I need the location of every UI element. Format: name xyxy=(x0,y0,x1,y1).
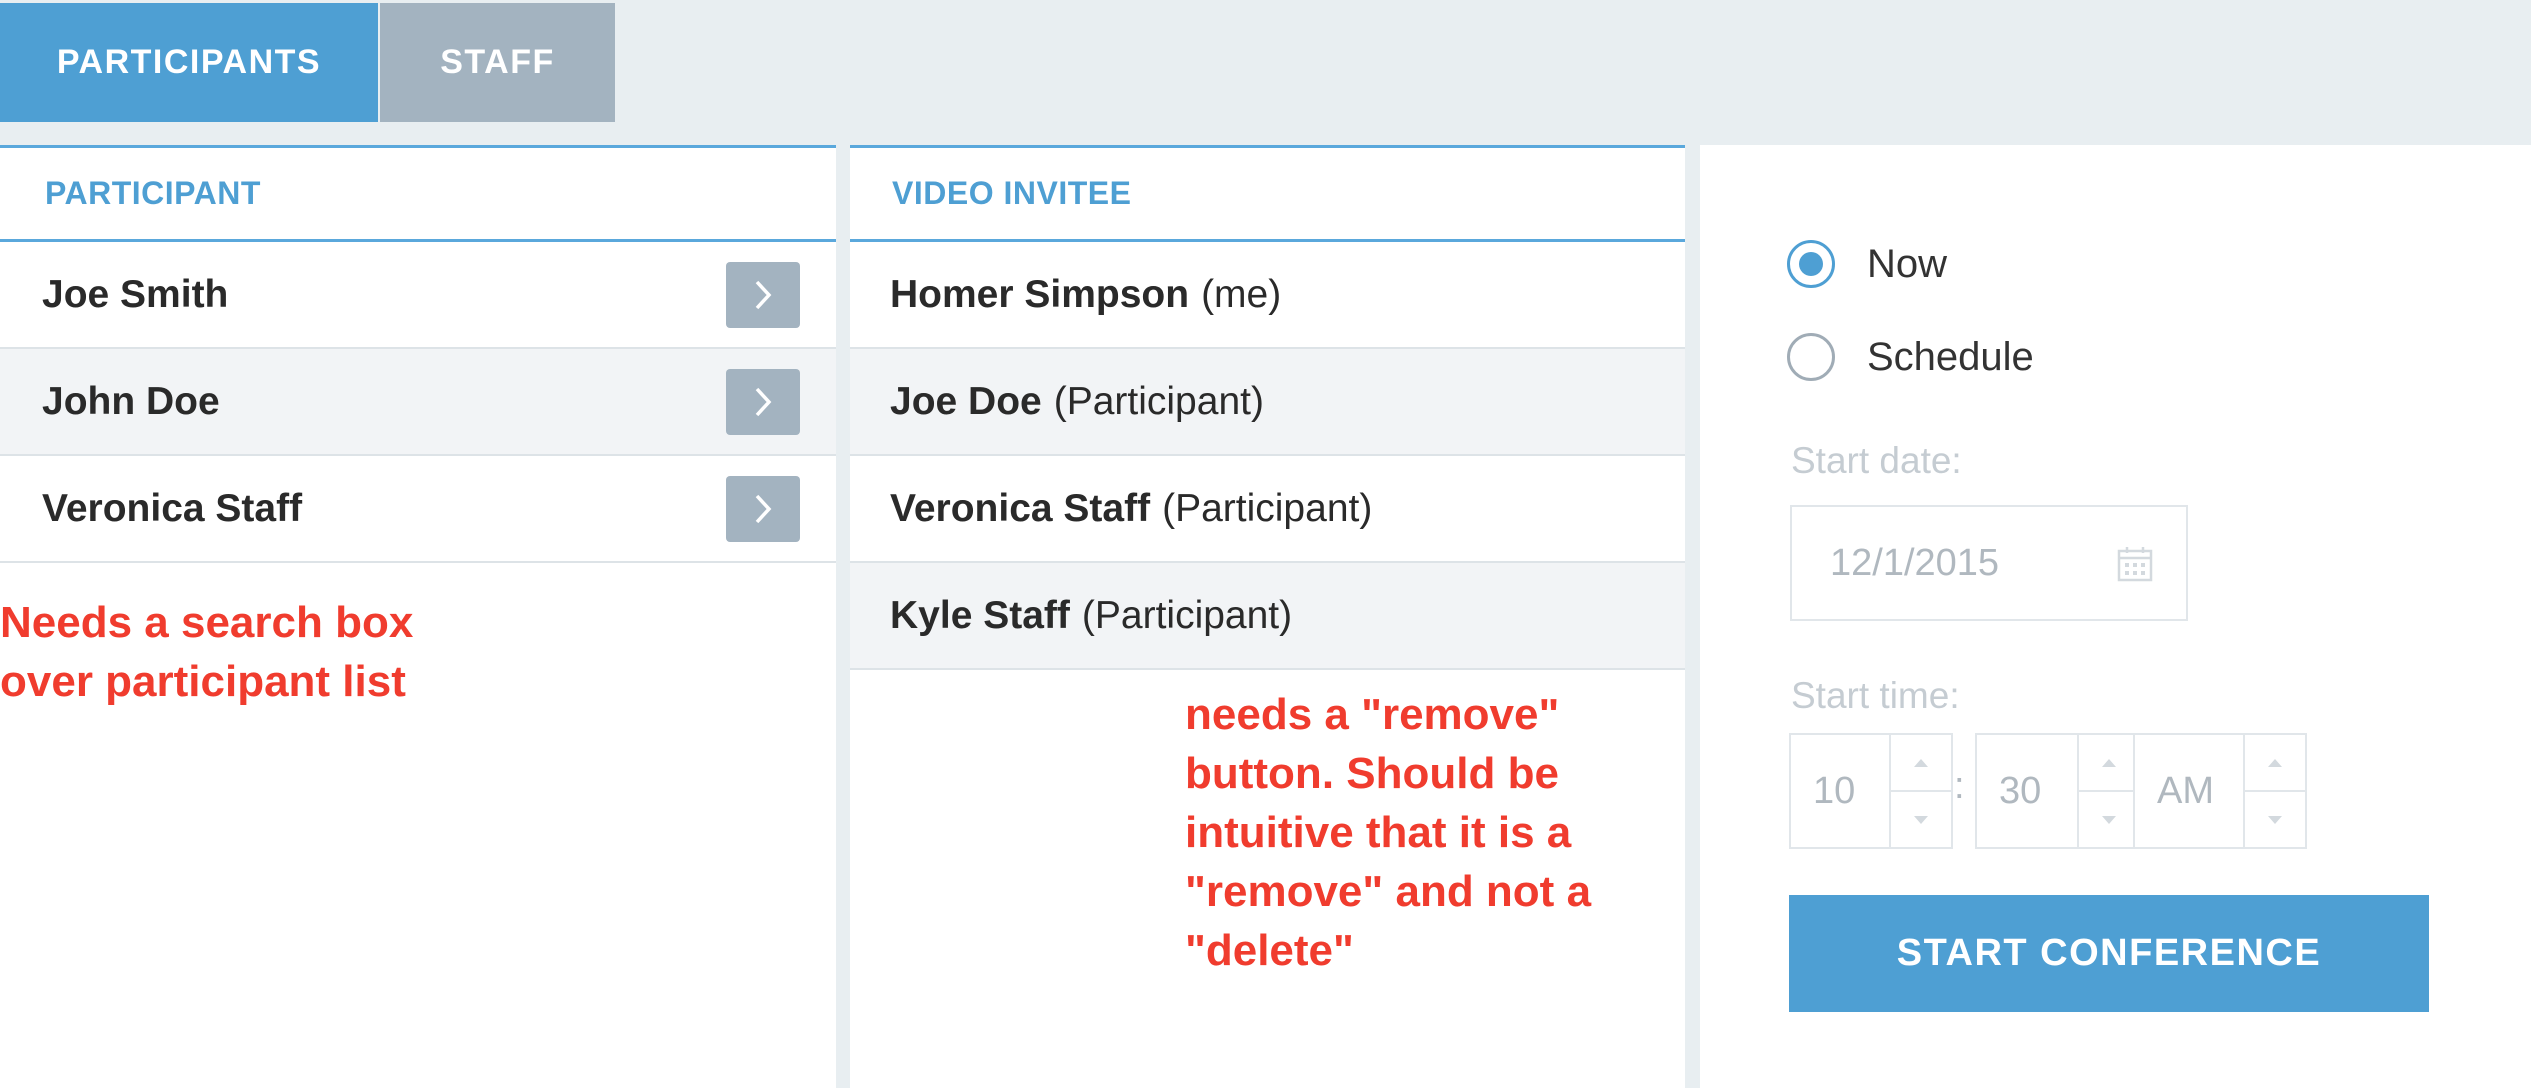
invitee-name: Kyle Staff xyxy=(890,593,1070,637)
tab-participants[interactable]: PARTICIPANTS xyxy=(0,3,378,122)
start-date-value: 12/1/2015 xyxy=(1830,541,2000,584)
hour-increment-button[interactable] xyxy=(1891,735,1951,792)
participant-row: Joe Smith xyxy=(0,242,836,349)
time-separator: : xyxy=(1954,765,1965,807)
radio-now-label: Now xyxy=(1867,241,1948,286)
invitee-role: (Participant) xyxy=(1053,379,1264,423)
caret-up-icon xyxy=(2102,758,2116,767)
radio-now[interactable]: Now xyxy=(1787,240,1947,288)
minute-decrement-button[interactable] xyxy=(2079,792,2139,847)
invitee-role: (me) xyxy=(1201,272,1282,316)
tab-bar: PARTICIPANTS STAFF xyxy=(0,0,2531,122)
participant-name: Veronica Staff xyxy=(42,486,303,530)
invitee-name: Joe Doe xyxy=(890,379,1042,423)
minute-value: 30 xyxy=(1999,769,2042,812)
hour-stepper[interactable]: 10 xyxy=(1789,733,1953,849)
caret-down-icon xyxy=(2102,815,2116,824)
calendar-icon xyxy=(2117,547,2153,582)
video-invitee-panel-header: VIDEO INVITEE xyxy=(850,148,1685,242)
add-participant-button[interactable] xyxy=(726,261,800,328)
chevron-right-icon xyxy=(755,494,772,523)
tab-staff[interactable]: STAFF xyxy=(380,3,615,122)
caret-up-icon xyxy=(1914,758,1928,767)
annotation-line: "remove" and not a xyxy=(1185,867,1592,916)
annotation-remove-button: needs a "remove" button. Should be intui… xyxy=(1185,685,1705,980)
participant-name: Joe Smith xyxy=(42,272,229,316)
add-participant-button[interactable] xyxy=(726,368,800,435)
caret-down-icon xyxy=(2268,815,2282,824)
minute-stepper[interactable]: 30 xyxy=(1975,733,2141,849)
invitee-row[interactable]: Veronica Staff (Participant) xyxy=(850,456,1685,563)
annotation-search-box: Needs a search box over participant list xyxy=(0,593,560,711)
annotation-line: Needs a search box xyxy=(0,598,414,647)
participant-name: John Doe xyxy=(42,379,220,423)
invitee-row[interactable]: Kyle Staff (Participant) xyxy=(850,563,1685,670)
annotation-line: intuitive that it is a xyxy=(1185,808,1572,857)
participant-row: John Doe xyxy=(0,349,836,456)
invitee-name: Veronica Staff xyxy=(890,486,1151,530)
ampm-value: AM xyxy=(2157,769,2214,812)
hour-value: 10 xyxy=(1813,769,1856,812)
participant-panel-header: PARTICIPANT xyxy=(0,148,836,242)
ampm-increment-button[interactable] xyxy=(2245,735,2305,792)
invitee-role: (Participant) xyxy=(1081,593,1293,637)
annotation-line: over participant list xyxy=(0,657,406,706)
start-conference-button[interactable]: START CONFERENCE xyxy=(1789,895,2429,1012)
start-date-input[interactable]: 12/1/2015 xyxy=(1790,505,2188,621)
chevron-right-icon xyxy=(755,387,772,416)
invitee-row[interactable]: Joe Doe (Participant) xyxy=(850,349,1685,456)
invitee-role: (Participant) xyxy=(1162,486,1373,530)
chevron-right-icon xyxy=(755,280,772,309)
annotation-line: button. Should be xyxy=(1185,749,1559,798)
start-date-label: Start date: xyxy=(1791,440,1962,481)
radio-schedule[interactable]: Schedule xyxy=(1787,333,2034,381)
radio-checked-icon xyxy=(1787,240,1835,288)
invitee-name: Homer Simpson xyxy=(890,272,1190,316)
hour-decrement-button[interactable] xyxy=(1891,792,1951,847)
invitee-row[interactable]: Homer Simpson (me) xyxy=(850,242,1685,349)
annotation-line: "delete" xyxy=(1185,926,1354,975)
start-time-label: Start time: xyxy=(1791,675,1960,716)
caret-up-icon xyxy=(2268,758,2282,767)
ampm-stepper[interactable]: AM xyxy=(2133,733,2307,849)
caret-down-icon xyxy=(1914,815,1928,824)
radio-unchecked-icon xyxy=(1787,333,1835,381)
ampm-decrement-button[interactable] xyxy=(2245,792,2305,847)
participant-row: Veronica Staff xyxy=(0,456,836,563)
radio-schedule-label: Schedule xyxy=(1867,334,2034,379)
minute-increment-button[interactable] xyxy=(2079,735,2139,792)
add-participant-button[interactable] xyxy=(726,475,800,542)
annotation-line: needs a "remove" xyxy=(1185,690,1560,739)
